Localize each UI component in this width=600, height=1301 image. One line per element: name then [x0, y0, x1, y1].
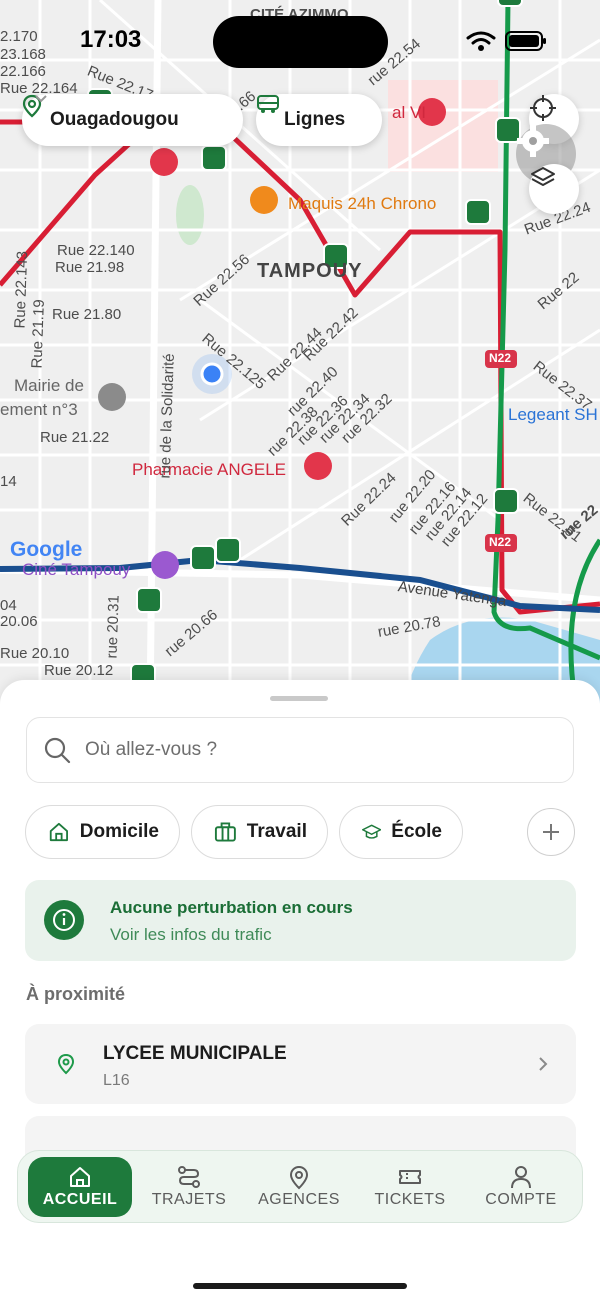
ticket-icon: [399, 1170, 421, 1184]
traffic-info-card[interactable]: Aucune perturbation en cours Voir les in…: [25, 880, 576, 961]
district-label-tampouy: TAMPOUY: [257, 260, 363, 282]
graduation-cap-icon: [362, 824, 382, 839]
tab-account[interactable]: COMPTE: [469, 1157, 573, 1217]
lines-button[interactable]: Lignes: [256, 94, 382, 146]
chevron-down-icon: [35, 95, 47, 103]
plus-icon: [543, 824, 559, 840]
location-pin-icon: [289, 1165, 309, 1190]
street-label: 23.168: [0, 46, 46, 63]
tab-home[interactable]: ACCUEIL: [28, 1157, 132, 1217]
shortcut-work[interactable]: Travail: [191, 805, 328, 859]
nearby-section-title: À proximité: [26, 984, 126, 1004]
tab-agencies-label: AGENCES: [258, 1191, 340, 1208]
stop-line: L16: [103, 1072, 130, 1089]
street-label: Rue 22.140: [57, 242, 135, 259]
street-label: 04: [0, 597, 17, 614]
street-label: Rue 20.10: [0, 645, 70, 662]
status-time: 17:03: [80, 26, 142, 53]
google-logo: Google: [10, 538, 83, 561]
search-input[interactable]: Où allez-vous ?: [26, 717, 574, 783]
home-icon: [49, 822, 68, 842]
shortcut-work-label: Travail: [246, 821, 307, 842]
stop-name: LYCEE MUNICIPALE: [103, 1043, 287, 1064]
tab-account-label: COMPTE: [485, 1191, 557, 1208]
add-shortcut-button[interactable]: [527, 808, 575, 856]
city-label: Ouagadougou: [50, 109, 179, 130]
street-label: rue 20.31: [103, 594, 123, 659]
home-icon: [70, 1167, 90, 1187]
poi-label-hospital: al VI: [392, 103, 427, 122]
street-label: Rue 20.12: [44, 662, 114, 679]
crosshair-icon: [530, 95, 556, 121]
tab-home-label: ACCUEIL: [42, 1191, 118, 1208]
poi-label-mairie-1: Mairie de: [14, 376, 84, 395]
search-icon: [44, 737, 71, 764]
shortcut-home-label: Domicile: [79, 821, 159, 842]
briefcase-icon: [214, 822, 236, 842]
shortcut-school[interactable]: École: [339, 805, 463, 859]
route-icon: [178, 1166, 200, 1188]
search-placeholder: Où allez-vous ?: [85, 739, 218, 760]
gear-icon: [517, 125, 549, 157]
wifi-icon: [466, 31, 496, 51]
poi-label-cine: Ciné Tampouy: [22, 560, 131, 579]
poi-label-pharmacie[interactable]: Pharmacie ANGELE: [132, 460, 286, 480]
chevron-right-icon: [539, 1057, 548, 1071]
user-icon: [511, 1166, 531, 1189]
home-indicator: [193, 1283, 407, 1289]
tab-trips-label: TRAJETS: [151, 1191, 227, 1208]
poi-label-mairie-2: ement n°3: [0, 400, 78, 419]
street-label: Rue 21.19: [28, 299, 48, 369]
layers-icon: [531, 167, 555, 186]
street-label: Rue 22.143: [11, 250, 32, 329]
poi-label-maquis[interactable]: Maquis 24h Chrono: [288, 194, 436, 214]
info-icon: [44, 900, 84, 940]
sheet-handle[interactable]: [270, 696, 328, 701]
battery-icon: [505, 31, 546, 51]
street-label: 2.170: [0, 28, 38, 45]
tab-tickets[interactable]: TICKETS: [358, 1157, 462, 1217]
shortcut-school-label: École: [391, 821, 442, 842]
nearby-stop-item[interactable]: LYCEE MUNICIPALE L16: [25, 1024, 576, 1104]
street-label: Rue 21.22: [40, 429, 110, 446]
road-badge-n22-1: N22: [489, 351, 512, 365]
street-label: Rue 21.80: [52, 306, 122, 323]
traffic-info-link[interactable]: Voir les infos du trafic: [110, 925, 272, 945]
street-label: Rue 21.98: [55, 259, 125, 276]
lines-label: Lignes: [284, 109, 346, 130]
road-badge-n22-2: N22: [489, 535, 512, 549]
tab-agencies[interactable]: AGENCES: [247, 1157, 351, 1217]
traffic-info-title: Aucune perturbation en cours: [110, 898, 353, 917]
street-label: 14: [0, 473, 17, 490]
dynamic-island: [213, 16, 388, 68]
map-view[interactable]: CITÉ AZIMMO TAMPOUY Maquis 24h Chrono Ph…: [0, 0, 600, 710]
tab-trips[interactable]: TRAJETS: [137, 1157, 241, 1217]
layers-button[interactable]: [529, 164, 579, 214]
tab-tickets-label: TICKETS: [374, 1191, 446, 1208]
city-selector[interactable]: Ouagadougou: [22, 94, 243, 146]
bus-icon: [257, 95, 279, 113]
location-pin-icon: [57, 1053, 75, 1075]
tab-bar: ACCUEIL TRAJETS AGENCES TICKETS COMPTE: [17, 1150, 583, 1223]
street-label: 20.06: [0, 613, 38, 630]
shortcut-home[interactable]: Domicile: [25, 805, 180, 859]
street-label: 22.166: [0, 63, 46, 80]
